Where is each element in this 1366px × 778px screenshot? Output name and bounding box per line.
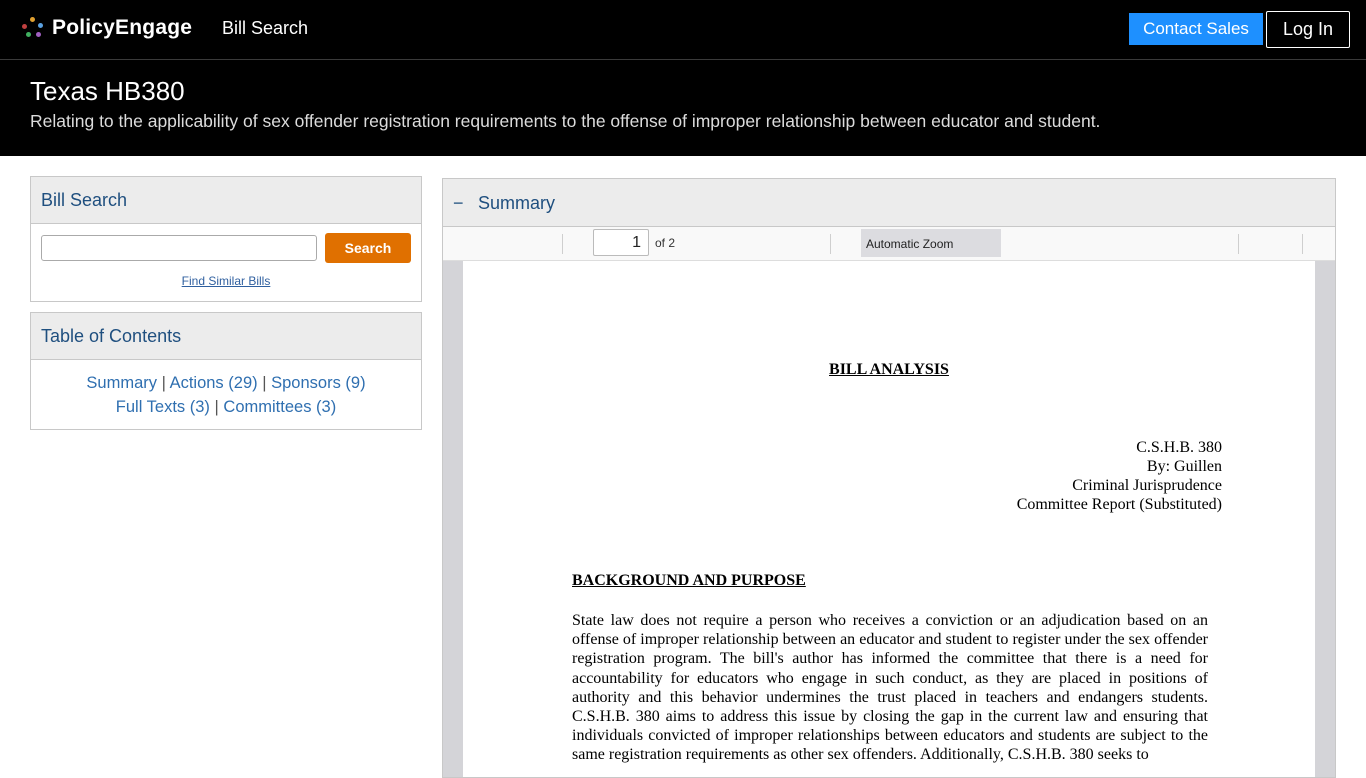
toc-summary-link[interactable]: Summary bbox=[86, 374, 157, 392]
collapse-minus-icon[interactable]: − bbox=[453, 193, 473, 214]
pdf-page: BILL ANALYSIS C.S.H.B. 380 By: Guillen C… bbox=[463, 261, 1315, 777]
summary-header[interactable]: − Summary bbox=[443, 179, 1335, 227]
top-nav: PolicyEngage Bill Search Contact Sales L… bbox=[0, 0, 1366, 60]
logo-dots-icon bbox=[22, 17, 44, 39]
toolbar-divider bbox=[1238, 234, 1239, 254]
bill-description: Relating to the applicability of sex off… bbox=[30, 111, 1101, 131]
contact-sales-button[interactable]: Contact Sales bbox=[1129, 13, 1263, 45]
summary-panel: − Summary 1 of 2 Automatic Zoom BILL ANA… bbox=[442, 178, 1336, 778]
pdf-toolbar: 1 of 2 Automatic Zoom bbox=[443, 227, 1335, 261]
brand-name: PolicyEngage bbox=[52, 16, 193, 39]
doc-meta: C.S.H.B. 380 By: Guillen Criminal Jurisp… bbox=[1017, 438, 1222, 514]
bill-search-panel: Bill Search Search Find Similar Bills bbox=[30, 176, 422, 302]
search-button[interactable]: Search bbox=[325, 233, 411, 263]
toc-separator: | bbox=[214, 398, 219, 416]
zoom-select[interactable]: Automatic Zoom bbox=[861, 229, 1001, 257]
doc-title: BILL ANALYSIS bbox=[829, 361, 949, 378]
section-heading: BACKGROUND AND PURPOSE bbox=[572, 572, 806, 589]
page-count: of 2 bbox=[655, 236, 676, 250]
toolbar-divider bbox=[562, 234, 563, 254]
toc-full-texts-link[interactable]: Full Texts (3) bbox=[116, 398, 210, 416]
pdf-viewer[interactable]: BILL ANALYSIS C.S.H.B. 380 By: Guillen C… bbox=[443, 261, 1335, 777]
find-similar-bills-link[interactable]: Find Similar Bills bbox=[31, 274, 421, 288]
toolbar-divider bbox=[830, 234, 831, 254]
doc-meta-line: Criminal Jurisprudence bbox=[1072, 477, 1222, 494]
table-of-contents-panel: Table of Contents Summary | Actions (29)… bbox=[30, 312, 422, 430]
bill-title: Texas HB380 bbox=[30, 76, 185, 106]
toolbar-divider bbox=[1302, 234, 1303, 254]
toc-panel-title: Table of Contents bbox=[31, 313, 421, 360]
doc-meta-line: C.S.H.B. 380 bbox=[1136, 439, 1222, 456]
toc-sponsors-link[interactable]: Sponsors (9) bbox=[271, 374, 365, 392]
brand-logo[interactable]: PolicyEngage bbox=[22, 16, 192, 40]
toc-committees-link[interactable]: Committees (3) bbox=[223, 398, 336, 416]
login-button[interactable]: Log In bbox=[1266, 11, 1350, 48]
bill-header: Texas HB380 Relating to the applicabilit… bbox=[0, 60, 1366, 156]
doc-meta-line: By: Guillen bbox=[1146, 458, 1222, 475]
page-number-input[interactable]: 1 bbox=[593, 229, 649, 256]
bill-search-panel-title: Bill Search bbox=[31, 177, 421, 224]
summary-title: Summary bbox=[478, 193, 556, 213]
toc-links: Summary | Actions (29) | Sponsors (9) Fu… bbox=[31, 360, 421, 419]
doc-meta-line: Committee Report (Substituted) bbox=[1016, 496, 1222, 513]
toc-actions-link[interactable]: Actions (29) bbox=[170, 374, 258, 392]
nav-bill-search-link[interactable]: Bill Search bbox=[222, 18, 308, 39]
section-paragraph: State law does not require a person who … bbox=[572, 612, 1208, 764]
toc-separator: | bbox=[161, 374, 166, 392]
toc-separator: | bbox=[262, 374, 267, 392]
bill-search-input[interactable] bbox=[41, 235, 317, 261]
